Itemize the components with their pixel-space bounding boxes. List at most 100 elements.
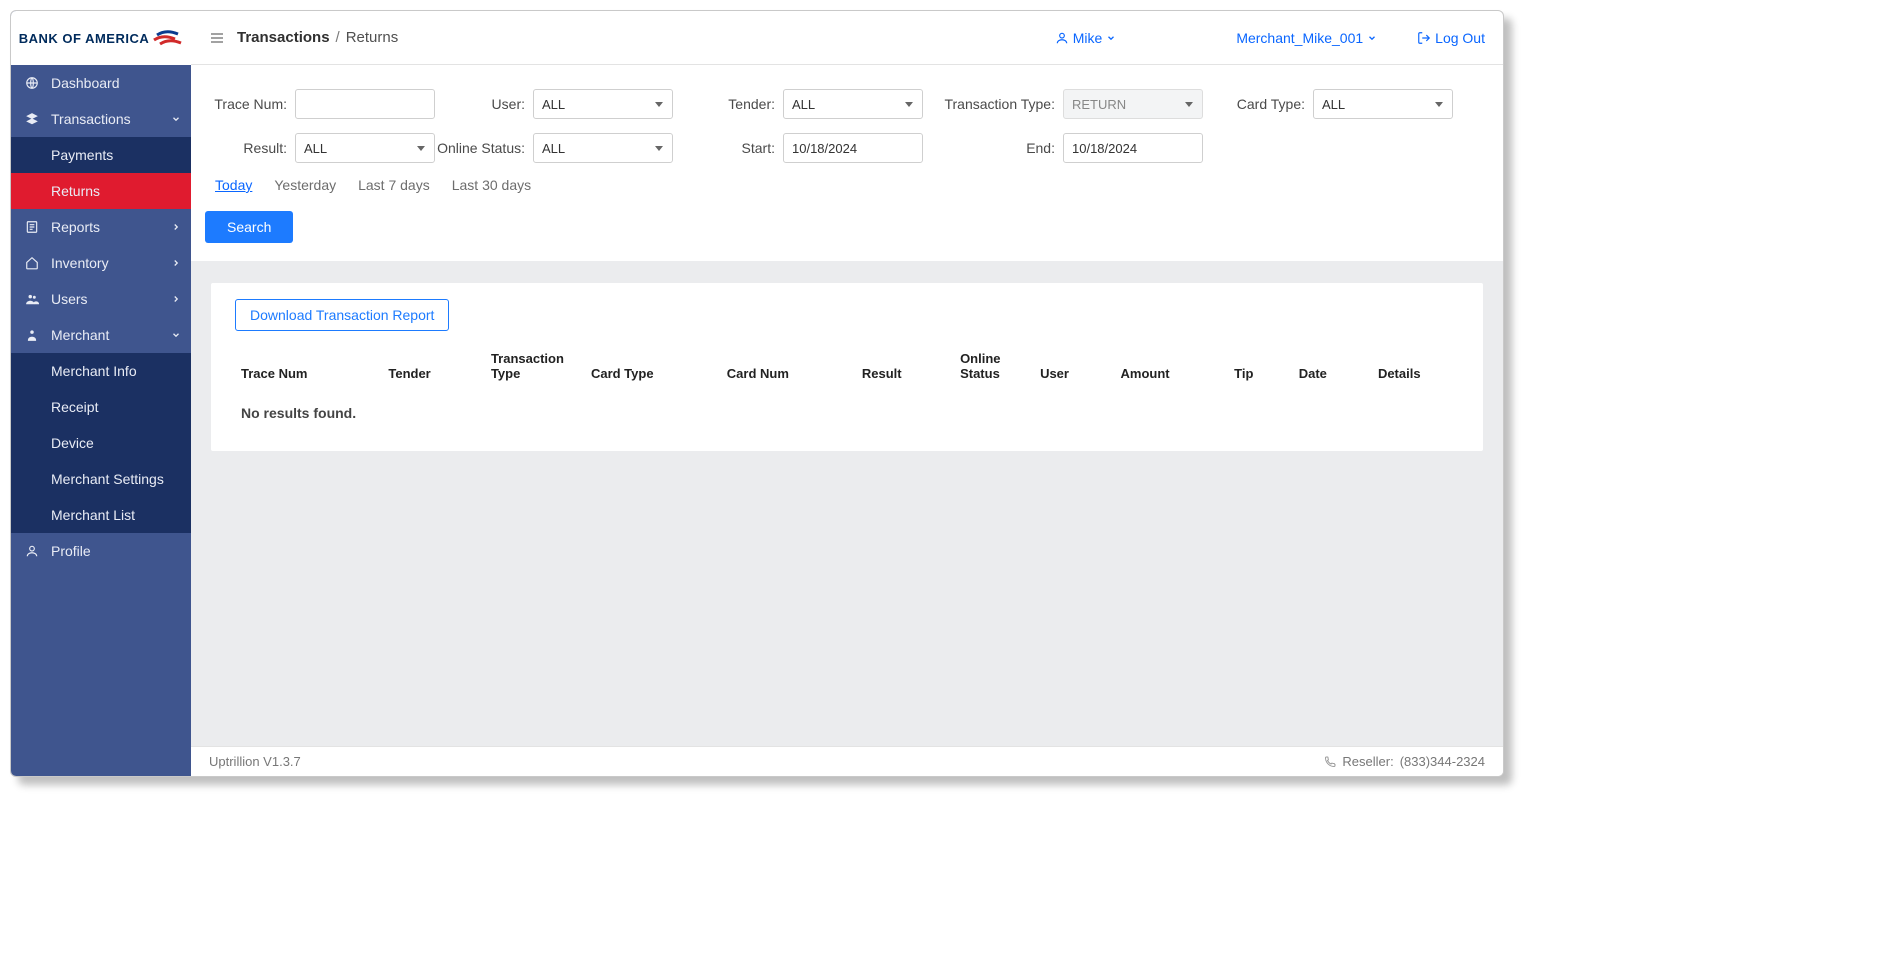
online-status-select[interactable]: ALL xyxy=(533,133,673,163)
sidebar-item-label: Transactions xyxy=(51,111,131,127)
topbar: Transactions / Returns Mike Merchant_Mik… xyxy=(191,11,1503,65)
sidebar-item-label: Reports xyxy=(51,219,100,235)
result-filter-select[interactable]: ALL xyxy=(295,133,435,163)
sidebar-item-label: Inventory xyxy=(51,255,109,271)
card-type-label: Card Type: xyxy=(1203,96,1313,112)
trans-type-label: Transaction Type: xyxy=(923,96,1063,112)
sidebar-item-users[interactable]: Users xyxy=(11,281,191,317)
footer-reseller-label: Reseller: xyxy=(1342,754,1393,769)
home-icon xyxy=(25,256,43,270)
user-filter-label: User: xyxy=(435,96,533,112)
sidebar-item-label: Users xyxy=(51,291,88,307)
trace-num-label: Trace Num: xyxy=(205,96,295,112)
sidebar-item-label: Dashboard xyxy=(51,75,120,91)
tender-filter-select[interactable]: ALL xyxy=(783,89,923,119)
main-area: Transactions / Returns Mike Merchant_Mik… xyxy=(191,11,1503,776)
chevron-right-icon xyxy=(171,294,181,304)
th-tender: Tender xyxy=(378,345,481,391)
sidebar-item-reports[interactable]: Reports xyxy=(11,209,191,245)
result-filter-label: Result: xyxy=(205,140,295,156)
chevron-down-icon xyxy=(1367,33,1377,43)
sidebar-item-payments[interactable]: Payments xyxy=(11,137,191,173)
logout-label: Log Out xyxy=(1435,30,1485,46)
brand-flag-icon xyxy=(153,29,183,47)
th-online-status: Online Status xyxy=(950,345,1030,391)
th-trace-num: Trace Num xyxy=(223,345,378,391)
quick-link-last30[interactable]: Last 30 days xyxy=(452,177,531,193)
merchant-icon xyxy=(25,328,43,342)
footer-version: Uptrillion V1.3.7 xyxy=(209,754,301,769)
merchant-menu[interactable]: Merchant_Mike_001 xyxy=(1236,30,1377,46)
trace-num-input[interactable] xyxy=(295,89,435,119)
user-filter-select[interactable]: ALL xyxy=(533,89,673,119)
quick-link-yesterday[interactable]: Yesterday xyxy=(274,177,336,193)
th-result: Result xyxy=(852,345,950,391)
sidebar-item-dashboard[interactable]: Dashboard xyxy=(11,65,191,101)
sidebar-item-profile[interactable]: Profile xyxy=(11,533,191,569)
chevron-down-icon xyxy=(171,114,181,124)
card-type-select[interactable]: ALL xyxy=(1313,89,1453,119)
sidebar-item-device[interactable]: Device xyxy=(11,425,191,461)
th-date: Date xyxy=(1289,345,1368,391)
results-area: Download Transaction Report Trace Num Te… xyxy=(191,261,1503,746)
filter-panel: Trace Num: User: ALL Tender: ALL Transac… xyxy=(191,65,1503,261)
th-amount: Amount xyxy=(1111,345,1225,391)
sidebar-item-label: Profile xyxy=(51,543,91,559)
sidebar-item-receipt[interactable]: Receipt xyxy=(11,389,191,425)
online-status-label: Online Status: xyxy=(435,140,533,156)
user-menu[interactable]: Mike xyxy=(1055,30,1117,46)
search-button[interactable]: Search xyxy=(205,211,293,243)
sidebar: BANK OF AMERICA Dashboard Tran xyxy=(11,11,191,776)
user-name: Mike xyxy=(1073,30,1103,46)
chevron-down-icon xyxy=(171,330,181,340)
sidebar-item-merchant-settings[interactable]: Merchant Settings xyxy=(11,461,191,497)
user-icon xyxy=(1055,31,1069,45)
end-date-input[interactable] xyxy=(1063,133,1203,163)
breadcrumb-main[interactable]: Transactions xyxy=(237,29,330,46)
start-date-input[interactable] xyxy=(783,133,923,163)
footer-reseller-phone: (833)344-2324 xyxy=(1400,754,1485,769)
sidebar-item-merchant[interactable]: Merchant xyxy=(11,317,191,353)
breadcrumb-sep: / xyxy=(336,29,340,46)
brand-text: BANK OF AMERICA xyxy=(19,31,150,46)
footer: Uptrillion V1.3.7 Reseller: (833)344-232… xyxy=(191,746,1503,776)
report-icon xyxy=(25,220,43,234)
hamburger-icon[interactable] xyxy=(209,30,225,46)
th-tip: Tip xyxy=(1224,345,1289,391)
th-trans-type: Transaction Type xyxy=(481,345,581,391)
logout-link[interactable]: Log Out xyxy=(1417,30,1485,46)
brand-logo: BANK OF AMERICA xyxy=(11,11,191,65)
sidebar-item-returns[interactable]: Returns xyxy=(11,173,191,209)
nav-list: Dashboard Transactions Payments Returns xyxy=(11,65,191,569)
sidebar-item-merchant-info[interactable]: Merchant Info xyxy=(11,353,191,389)
sidebar-item-label: Merchant Settings xyxy=(51,471,164,487)
users-icon xyxy=(25,292,43,306)
th-user: User xyxy=(1030,345,1110,391)
sidebar-item-label: Merchant Info xyxy=(51,363,137,379)
quick-link-last7[interactable]: Last 7 days xyxy=(358,177,430,193)
chevron-right-icon xyxy=(171,258,181,268)
quick-link-today[interactable]: Today xyxy=(215,177,252,193)
tender-filter-label: Tender: xyxy=(673,96,783,112)
chevron-down-icon xyxy=(1106,33,1116,43)
download-report-button[interactable]: Download Transaction Report xyxy=(235,299,449,331)
phone-icon xyxy=(1324,756,1336,768)
sidebar-item-inventory[interactable]: Inventory xyxy=(11,245,191,281)
chevron-right-icon xyxy=(171,222,181,232)
start-date-label: Start: xyxy=(673,140,783,156)
logout-icon xyxy=(1417,31,1431,45)
end-date-label: End: xyxy=(923,140,1063,156)
trans-type-select: RETURN xyxy=(1063,89,1203,119)
th-card-type: Card Type xyxy=(581,345,717,391)
globe-icon xyxy=(25,76,43,90)
sidebar-item-transactions[interactable]: Transactions xyxy=(11,101,191,137)
profile-icon xyxy=(25,544,43,558)
sidebar-item-label: Merchant xyxy=(51,327,109,343)
sidebar-item-label: Payments xyxy=(51,147,113,163)
sidebar-item-merchant-list[interactable]: Merchant List xyxy=(11,497,191,533)
th-card-num: Card Num xyxy=(717,345,852,391)
th-details: Details xyxy=(1368,345,1471,391)
results-table: Trace Num Tender Transaction Type Card T… xyxy=(223,345,1471,391)
results-card: Download Transaction Report Trace Num Te… xyxy=(211,283,1483,451)
sidebar-item-label: Merchant List xyxy=(51,507,135,523)
